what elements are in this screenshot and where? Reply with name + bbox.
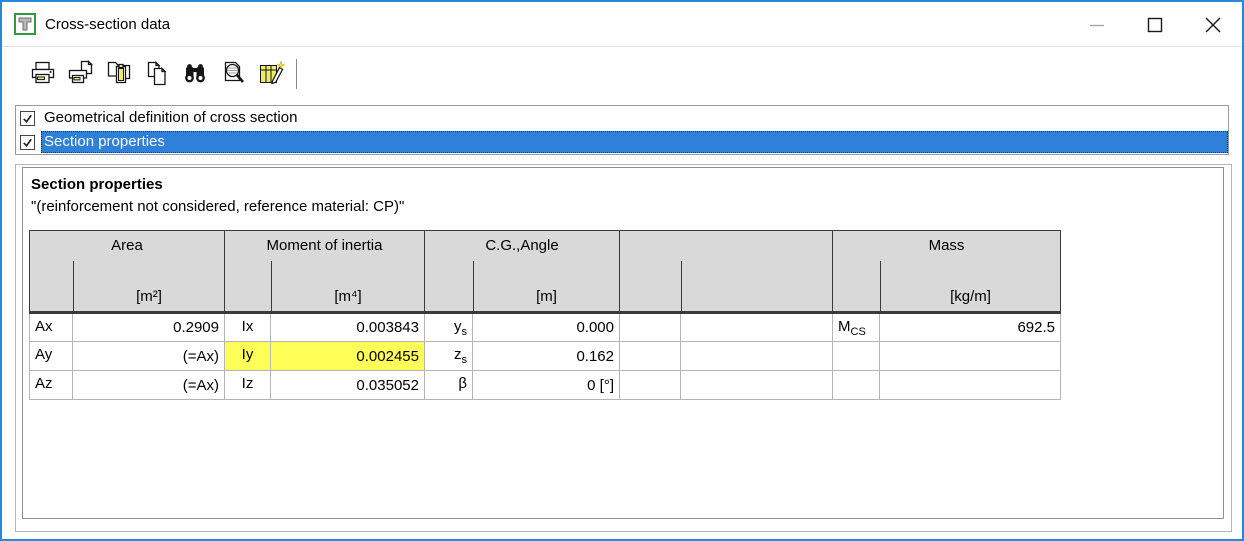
titlebar: Cross-section data [2, 2, 1242, 47]
toolbar [2, 48, 1242, 100]
header-mass: Mass [kg/m] [832, 230, 1061, 314]
table-row-ay: Ay (=Ax) Iy 0.002455 zs 0.162 [29, 341, 1061, 371]
cell-value-Iz[interactable]: 0.035052 [270, 370, 425, 400]
edit-table-button[interactable] [252, 56, 290, 92]
section-properties-table: Area [m²] Moment of inertia [m⁴] C.G.,An… [29, 230, 1061, 400]
window-title: Cross-section data [45, 15, 171, 33]
cell-label-Ay[interactable]: Ay [29, 341, 73, 371]
paste-button[interactable] [100, 56, 138, 92]
table-header-row: Area [m²] Moment of inertia [m⁴] C.G.,An… [29, 230, 1061, 314]
cell-label-ys[interactable]: ys [424, 312, 473, 342]
window-controls [1068, 2, 1242, 47]
cell-value-Az[interactable]: (=Ax) [72, 370, 225, 400]
header-moment-of-inertia: Moment of inertia [m⁴] [224, 230, 425, 314]
toolbar-separator [296, 59, 297, 89]
section-subtitle: "(reinforcement not considered, referenc… [31, 198, 405, 215]
cell-value-zs[interactable]: 0.162 [472, 341, 620, 371]
cell-label-Ix[interactable]: Ix [224, 312, 271, 342]
preview-panel: Section properties "(reinforcement not c… [15, 164, 1232, 532]
cell-label-Iy-highlighted[interactable]: Iy [224, 341, 271, 371]
minimize-button[interactable] [1068, 2, 1126, 47]
cell-label-blank[interactable] [619, 341, 681, 371]
maximize-icon [1147, 17, 1163, 32]
cell-value-blank[interactable] [680, 312, 833, 342]
chapter-listbox[interactable]: Geometrical definition of cross section … [15, 105, 1229, 155]
cell-value-beta[interactable]: 0 [°] [472, 370, 620, 400]
list-item-section-properties[interactable]: Section properties [16, 130, 1228, 154]
checkbox-checked-icon[interactable] [20, 134, 35, 150]
header-cg-angle: C.G.,Angle [m] [424, 230, 620, 314]
table-row-az: Az (=Ax) Iz 0.035052 β 0 [°] [29, 370, 1061, 400]
maximize-button[interactable] [1126, 2, 1184, 47]
print-preview-icon [68, 59, 94, 84]
close-button[interactable] [1184, 2, 1242, 47]
cell-value-blank[interactable] [680, 341, 833, 371]
print-button[interactable] [24, 56, 62, 92]
zoom-preview-icon [224, 61, 244, 83]
section-header: Section properties "(reinforcement not c… [31, 176, 404, 215]
cross-section-data-window: Cross-section data Geometrical definitio… [0, 0, 1244, 541]
find-button[interactable] [176, 56, 214, 92]
cell-value-Ay[interactable]: (=Ax) [72, 341, 225, 371]
cell-label-Iz[interactable]: Iz [224, 370, 271, 400]
cell-value-Ix[interactable]: 0.003843 [270, 312, 425, 342]
cell-label-blank[interactable] [832, 370, 880, 400]
list-item-label[interactable]: Section properties [41, 131, 1228, 153]
minimize-icon [1090, 24, 1104, 26]
cell-value-blank[interactable] [879, 370, 1061, 400]
cell-label-Mcs[interactable]: MCS [832, 312, 880, 342]
cell-value-blank[interactable] [680, 370, 833, 400]
list-item-geometrical-definition[interactable]: Geometrical definition of cross section [16, 106, 1228, 130]
cell-value-Mcs[interactable]: 692.5 [879, 312, 1061, 342]
cell-label-Az[interactable]: Az [29, 370, 73, 400]
list-item-label[interactable]: Geometrical definition of cross section [41, 107, 1228, 129]
report-page: Section properties "(reinforcement not c… [22, 167, 1224, 519]
zoom-preview-button[interactable] [214, 56, 252, 92]
edit-table-icon [260, 60, 286, 85]
section-title: Section properties [31, 176, 163, 193]
app-icon [14, 13, 36, 35]
cell-label-zs[interactable]: zs [424, 341, 473, 371]
cell-value-Iy-highlighted[interactable]: 0.002455 [270, 341, 425, 371]
cell-label-blank[interactable] [619, 312, 681, 342]
cell-label-blank[interactable] [619, 370, 681, 400]
cell-value-blank[interactable] [879, 341, 1061, 371]
paste-icon [107, 61, 131, 84]
cell-value-ys[interactable]: 0.000 [472, 312, 620, 342]
cell-label-blank[interactable] [832, 341, 880, 371]
checkbox-checked-icon[interactable] [20, 110, 35, 126]
table-row-ax: Ax 0.2909 Ix 0.003843 ys 0.000 MCS 692.5 [29, 312, 1061, 342]
cell-value-Ax[interactable]: 0.2909 [72, 312, 225, 342]
copy-button[interactable] [138, 56, 176, 92]
print-preview-button[interactable] [62, 56, 100, 92]
copy-icon [147, 60, 167, 86]
header-area: Area [m²] [29, 230, 225, 314]
cell-label-Ax[interactable]: Ax [29, 312, 73, 342]
print-icon [31, 61, 55, 84]
find-icon [185, 64, 205, 83]
header-blank [619, 230, 833, 314]
close-icon [1205, 17, 1221, 32]
cell-label-beta[interactable]: β [424, 370, 473, 400]
